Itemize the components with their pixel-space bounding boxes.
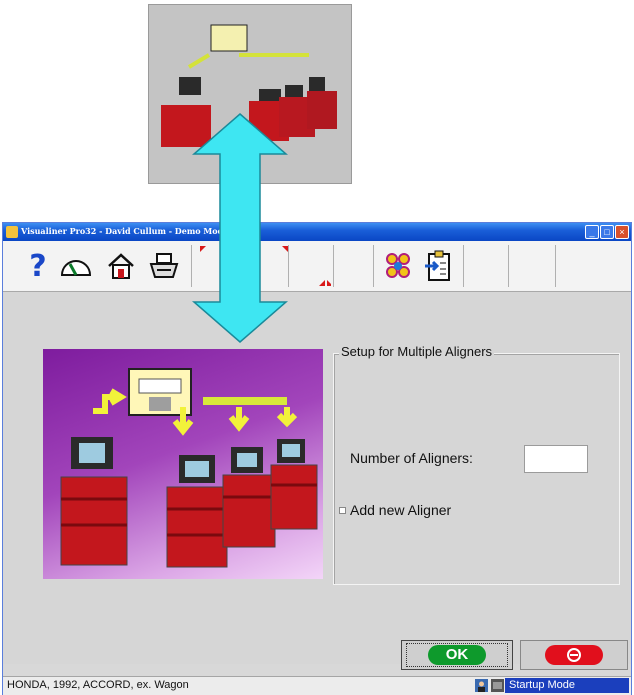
maximize-button[interactable]: □ bbox=[600, 225, 614, 239]
vehicle-info: HONDA, 1992, ACCORD, ex. Wagon bbox=[7, 679, 189, 691]
mode-indicator: Startup Mode bbox=[505, 678, 629, 693]
home-button[interactable] bbox=[100, 245, 142, 287]
multi-aligner-illustration bbox=[43, 349, 323, 579]
double-arrow-icon bbox=[191, 113, 289, 343]
no-entry-icon bbox=[567, 648, 581, 662]
status-bar: HONDA, 1992, ACCORD, ex. Wagon Startup M… bbox=[3, 676, 631, 695]
minimize-button[interactable]: _ bbox=[585, 225, 599, 239]
keyboard-icon bbox=[491, 679, 504, 692]
multi-aligner-icon bbox=[386, 253, 410, 278]
help-icon: ? bbox=[29, 248, 47, 284]
app-window: Visualiner Pro32 - David Cullum - Demo M… bbox=[2, 222, 632, 695]
gauge-button[interactable] bbox=[55, 245, 97, 287]
red-corner-icon bbox=[319, 280, 331, 286]
add-aligner-label: Add new Aligner bbox=[350, 502, 452, 518]
home-icon bbox=[108, 253, 134, 279]
add-aligner-row[interactable]: Add new Aligner bbox=[339, 502, 451, 518]
user-icon bbox=[475, 679, 488, 692]
multi-aligner-button[interactable] bbox=[377, 245, 419, 287]
add-aligner-checkbox[interactable] bbox=[339, 506, 346, 514]
gauge-icon bbox=[60, 260, 92, 276]
close-button[interactable]: × bbox=[615, 225, 629, 239]
app-icon bbox=[6, 226, 18, 238]
ok-label: OK bbox=[428, 645, 486, 665]
cancel-button[interactable] bbox=[520, 640, 628, 670]
clipboard-button[interactable] bbox=[417, 245, 459, 287]
printer-icon bbox=[149, 253, 179, 278]
title-bar: Visualiner Pro32 - David Cullum - Demo M… bbox=[3, 223, 631, 241]
number-of-aligners-input[interactable] bbox=[524, 445, 588, 473]
number-of-aligners-label: Number of Aligners: bbox=[350, 450, 473, 466]
setup-title: Setup for Multiple Aligners bbox=[339, 344, 495, 359]
print-button[interactable] bbox=[143, 245, 185, 287]
ok-button[interactable]: OK bbox=[401, 640, 513, 670]
toolbar-slot-7[interactable] bbox=[290, 245, 332, 287]
toolbar: ? bbox=[3, 241, 631, 292]
help-button[interactable]: ? bbox=[17, 245, 59, 287]
clipboard-icon bbox=[425, 250, 450, 281]
